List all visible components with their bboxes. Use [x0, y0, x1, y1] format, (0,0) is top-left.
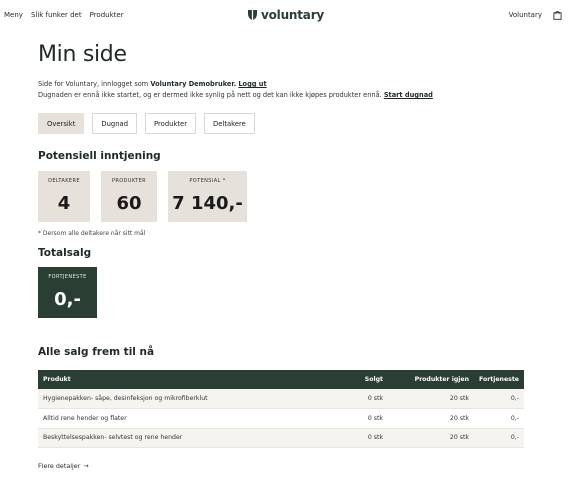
profit-card: FORTJENESTE 0,-	[38, 267, 97, 318]
nav-left: Meny Slik funker det Produkter	[4, 11, 124, 19]
tab-products[interactable]: Produkter	[145, 113, 197, 134]
nav-products-link[interactable]: Produkter	[90, 11, 124, 19]
tab-bar: Oversikt Dugnad Produkter Deltakere	[38, 113, 528, 134]
stat-card-products: PRODUKTER 60	[101, 171, 157, 222]
profit-value: 0,-	[54, 289, 81, 310]
cell-sold: 0 stk	[367, 434, 383, 442]
stat-label: PRODUKTER	[111, 178, 147, 184]
total-sales-title: Totalsalg	[38, 247, 92, 259]
nav-menu-link[interactable]: Meny	[4, 11, 23, 19]
start-dugnad-link[interactable]: Start dugnad	[384, 91, 433, 99]
cell-product: Alltid rene hender og flater	[43, 414, 127, 422]
sales-table: Produkt Solgt Produkter igjen Fortjenest…	[38, 370, 524, 448]
stat-label: DELTAKERE	[48, 178, 80, 184]
cell-remaining: 20 stk	[449, 395, 469, 402]
shopping-bag-icon[interactable]	[553, 10, 562, 20]
main-content: Min side Side for Voluntary, innlogget s…	[38, 40, 528, 470]
more-details-label: Flere detaljer	[38, 462, 81, 470]
profit-label: FORTJENESTE	[48, 274, 87, 280]
notice-text: Dugnaden er ennå ikke startet, og er der…	[38, 91, 382, 99]
cell-remaining: 20 stk	[449, 414, 469, 422]
earnings-title: Potensiell inntjening	[38, 150, 161, 162]
arrow-right-icon: →	[83, 462, 89, 470]
login-status: Side for Voluntary, innlogget som Volunt…	[38, 79, 528, 90]
user-name: Voluntary Demobruker.	[150, 80, 237, 88]
intro-prefix: Side for Voluntary, innlogget som	[38, 80, 149, 88]
column-header-profit: Fortjeneste	[479, 376, 519, 383]
top-navigation: Meny Slik funker det Produkter voluntary…	[0, 0, 568, 32]
brand-logo[interactable]: voluntary	[248, 8, 324, 22]
column-header-product: Produkt	[43, 376, 71, 383]
cell-sold: 0 stk	[367, 395, 383, 402]
stat-value: 7 140,-	[172, 193, 243, 214]
cell-profit: 0,-	[510, 395, 519, 402]
table-body: Hygienepakken- såpe, desinfeksjon og mik…	[38, 389, 524, 448]
cell-profit: 0,-	[510, 434, 519, 442]
tab-dugnad[interactable]: Dugnad	[92, 113, 138, 134]
brand-name: voluntary	[261, 8, 325, 22]
cell-product: Hygienepakken- såpe, desinfeksjon og mik…	[43, 395, 208, 402]
cell-product: Beskyttelsespakken- selvtest og rene hen…	[43, 434, 183, 442]
stat-card-participants: DELTAKERE 4	[38, 171, 90, 222]
cell-profit: 0,-	[510, 414, 519, 422]
voluntary-logo-mark-icon	[248, 10, 257, 20]
stat-value: 4	[57, 193, 71, 214]
more-details-link[interactable]: Flere detaljer →	[38, 462, 528, 470]
stat-value: 60	[116, 193, 142, 214]
stat-label: POTENSIAL *	[189, 178, 226, 184]
intro-text: Side for Voluntary, innlogget som Volunt…	[38, 79, 528, 101]
nav-how-it-works-link[interactable]: Slik funker det	[31, 11, 82, 19]
dugnad-notice: Dugnaden er ennå ikke startet, og er der…	[38, 90, 528, 101]
table-header-row: Produkt Solgt Produkter igjen Fortjenest…	[38, 370, 524, 389]
tab-overview[interactable]: Oversikt	[38, 113, 85, 134]
stat-card-potential: POTENSIAL * 7 140,-	[168, 171, 247, 222]
column-header-sold: Solgt	[364, 376, 383, 383]
tab-participants[interactable]: Deltakere	[204, 113, 255, 134]
page-title: Min side	[38, 42, 127, 67]
table-row: Beskyttelsespakken- selvtest og rene hen…	[38, 428, 524, 448]
earnings-stats: DELTAKERE 4 PRODUKTER 60 POTENSIAL * 7 1…	[38, 171, 528, 222]
table-header: Produkt Solgt Produkter igjen Fortjenest…	[38, 370, 524, 389]
table-row: Hygienepakken- såpe, desinfeksjon og mik…	[38, 389, 524, 409]
account-link[interactable]: Voluntary	[509, 11, 542, 19]
potential-footnote: * Dersom alle deltakere når sitt mål	[38, 230, 146, 237]
cell-remaining: 20 stk	[449, 434, 469, 442]
column-header-remaining: Produkter igjen	[414, 376, 469, 383]
table-row: Alltid rene hender og flater 0 stk 20 st…	[38, 408, 524, 428]
logout-link[interactable]: Logg ut	[238, 80, 266, 88]
cell-sold: 0 stk	[367, 414, 383, 422]
sales-title: Alle salg frem til nå	[38, 346, 155, 358]
